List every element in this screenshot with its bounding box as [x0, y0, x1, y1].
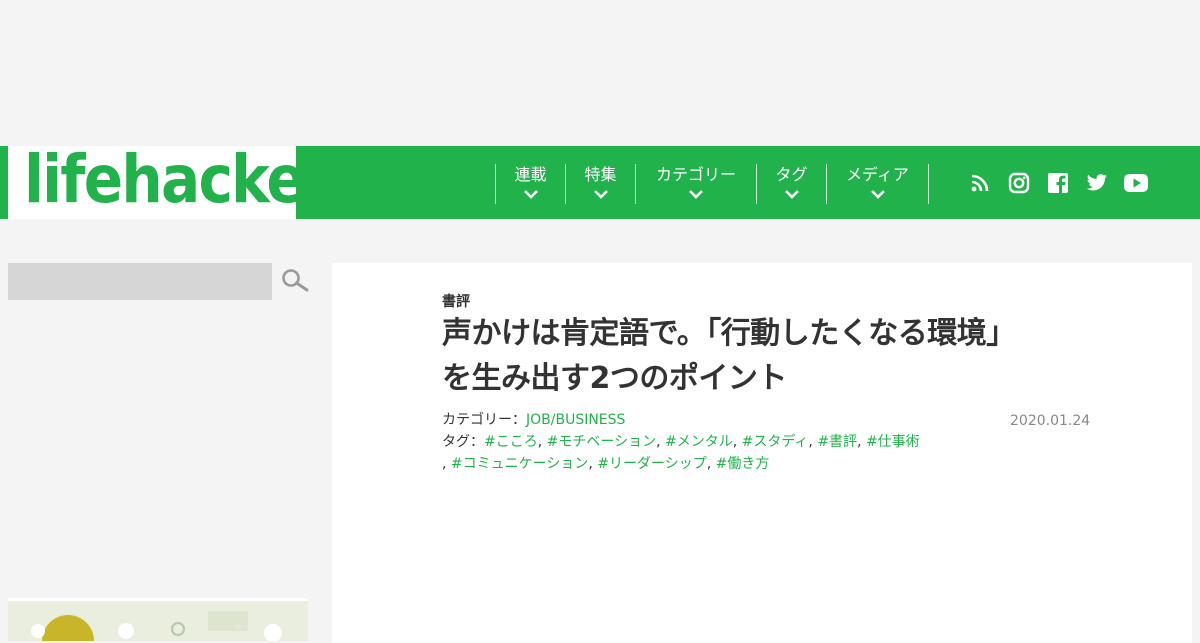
chevron-down-icon — [870, 190, 885, 199]
nav-item-category[interactable]: カテゴリー — [635, 164, 756, 204]
tag-link[interactable]: #コミュニケーション — [451, 456, 588, 472]
social-links — [960, 172, 1155, 194]
tag-link[interactable]: #スタディ — [742, 434, 809, 450]
logo-area[interactable]: lifehacker — [0, 141, 333, 219]
chevron-down-icon — [689, 190, 703, 199]
meta-category-link[interactable]: JOB/BUSINESS — [526, 412, 625, 428]
article-card: 書評 声かけは肯定語で。「行動したくなる環境」 を生み出す2つのポイント カテゴ… — [332, 263, 1192, 643]
youtube-icon[interactable] — [1116, 173, 1155, 193]
nav-item-label: 連載 — [514, 165, 547, 184]
chevron-down-icon — [784, 190, 799, 199]
main-nav: 連載 特集 カテゴリー タグ メディア — [495, 164, 929, 204]
tag-link[interactable]: #書評 — [817, 434, 857, 450]
nav-item-series[interactable]: 連載 — [495, 164, 565, 204]
search-input[interactable] — [8, 263, 272, 300]
nav-item-tags[interactable]: タグ — [756, 164, 826, 204]
nav-item-label: 特集 — [584, 165, 617, 184]
tag-link[interactable]: #働き方 — [716, 456, 770, 472]
nav-item-media[interactable]: メディア — [826, 164, 929, 204]
article-date: 2020.01.24 — [1010, 413, 1091, 429]
instagram-icon[interactable] — [999, 172, 1038, 194]
rss-icon[interactable] — [960, 173, 999, 193]
tag-link[interactable]: #リーダーシップ — [597, 456, 706, 472]
article-category[interactable]: 書評 — [442, 291, 470, 311]
twitter-icon[interactable] — [1077, 174, 1116, 192]
nav-item-label: カテゴリー — [655, 165, 736, 184]
meta-tags-row-2: , #コミュニケーション, #リーダーシップ, #働き方 — [442, 456, 770, 472]
chevron-down-icon — [593, 190, 608, 199]
meta-category-row: カテゴリー：JOB/BUSINESS — [442, 409, 1082, 431]
meta-category-label: カテゴリー： — [442, 412, 526, 428]
tag-link[interactable]: #モチベーション — [547, 434, 656, 450]
article-meta: カテゴリー：JOB/BUSINESS タグ：#こころ, #モチベーション, #メ… — [442, 409, 1082, 475]
article-title-line1: 声かけは肯定語で。「行動したくなる環境」 — [442, 316, 1016, 351]
chevron-down-icon — [523, 190, 538, 199]
article-title: 声かけは肯定語で。「行動したくなる環境」 を生み出す2つのポイント — [442, 311, 1082, 401]
meta-tags-row: タグ：#こころ, #モチベーション, #メンタル, #スタディ, #書評, #仕… — [442, 434, 920, 450]
tag-link[interactable]: #こころ — [484, 434, 538, 450]
tag-link[interactable]: #仕事術 — [866, 434, 920, 450]
article-title-line2: を生み出す2つのポイント — [442, 361, 787, 396]
search-icon[interactable] — [281, 268, 309, 298]
tag-link[interactable]: #メンタル — [665, 434, 733, 450]
nav-item-label: メディア — [846, 165, 909, 184]
meta-tags-label: タグ： — [442, 434, 484, 450]
facebook-icon[interactable] — [1038, 172, 1077, 194]
nav-item-label: タグ — [775, 165, 808, 184]
sidebar-article-thumbnail[interactable] — [8, 598, 308, 641]
thumbnail-illustration-icon — [8, 601, 308, 641]
logo-stripe — [0, 146, 8, 219]
nav-item-features[interactable]: 特集 — [565, 164, 635, 204]
site-logo[interactable]: lifehacker — [24, 140, 333, 220]
